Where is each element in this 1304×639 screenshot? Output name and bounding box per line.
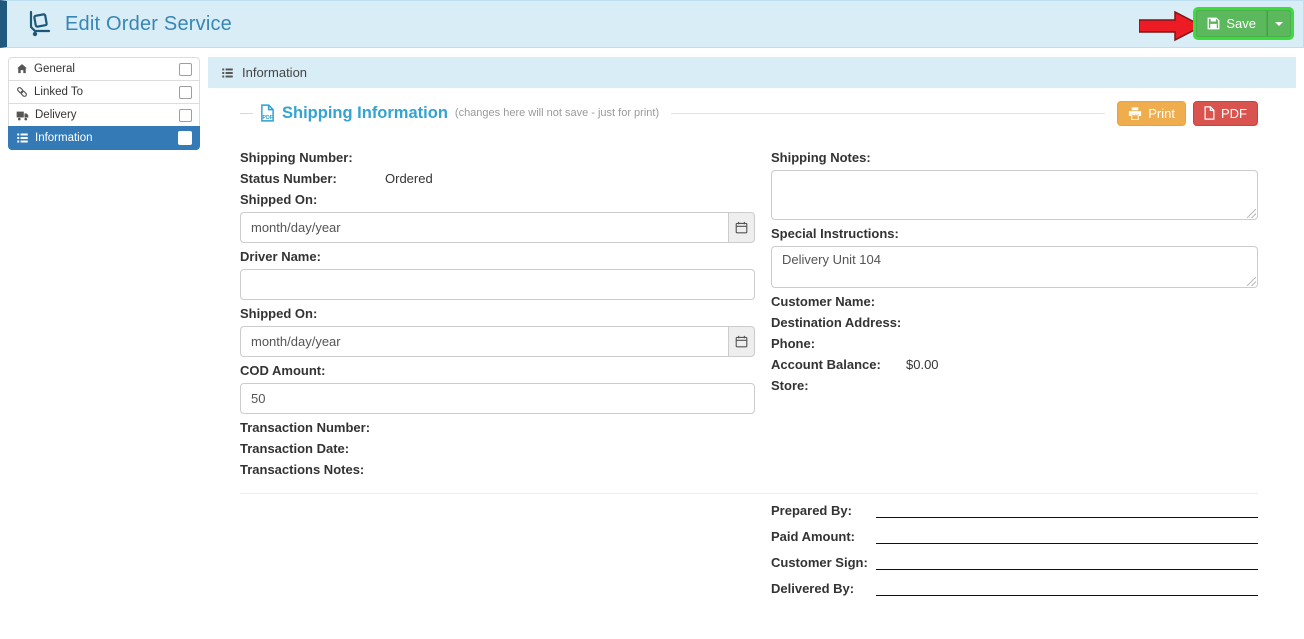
information-section-title: Information: [242, 65, 307, 80]
shipped-on-input-2[interactable]: [240, 326, 728, 357]
signature-row: Paid Amount:: [771, 529, 1258, 544]
sidebar-checkbox-delivery[interactable]: [179, 109, 192, 122]
sidebar-item-label: Delivery: [35, 109, 77, 121]
shipping-section: PDF Shipping Information (changes here w…: [208, 88, 1296, 607]
information-section-header: Information: [208, 57, 1296, 88]
form-left-column: Shipping Number: Status Number: Ordered …: [240, 150, 755, 483]
link-icon: [16, 86, 28, 98]
driver-name-label: Driver Name:: [240, 249, 755, 264]
shipped-on-label-2: Shipped On:: [240, 306, 755, 321]
save-button[interactable]: Save: [1196, 10, 1267, 37]
sidebar-item-information[interactable]: Information: [8, 126, 200, 150]
shipped-on-input[interactable]: [240, 212, 728, 243]
status-number-value: Ordered: [385, 171, 433, 186]
leading-rule: [240, 113, 253, 114]
page-title: Edit Order Service: [65, 13, 232, 36]
sidebar-checkbox-linked-to[interactable]: [179, 86, 192, 99]
customer-name-label: Customer Name:: [771, 294, 1258, 309]
pdf-file-icon: PDF: [260, 104, 275, 122]
calendar-icon[interactable]: [728, 326, 755, 357]
list-icon: [16, 132, 29, 144]
transaction-number-label: Transaction Number:: [240, 420, 755, 435]
sidebar-item-general[interactable]: General: [8, 57, 200, 81]
destination-address-label: Destination Address:: [771, 315, 1258, 330]
pdf-button-label: PDF: [1221, 106, 1247, 121]
section-rule: [671, 113, 1105, 114]
pdf-file-icon: [1204, 106, 1215, 120]
signature-row: Delivered By:: [771, 581, 1258, 596]
sidebar-item-label: Linked To: [34, 86, 83, 98]
signature-line: [876, 583, 1258, 596]
handtruck-icon: [25, 10, 53, 38]
shipping-section-title: Shipping Information: [282, 104, 448, 123]
signature-label: Customer Sign:: [771, 555, 876, 570]
shipping-notes-textarea[interactable]: [771, 170, 1258, 220]
shipping-number-label: Shipping Number:: [240, 150, 755, 165]
floppy-disk-icon: [1207, 17, 1220, 30]
phone-label: Phone:: [771, 336, 1258, 351]
signature-row: Prepared By:: [771, 503, 1258, 518]
status-number-label: Status Number:: [240, 171, 385, 186]
sidebar-item-delivery[interactable]: Delivery: [8, 103, 200, 127]
cod-amount-input[interactable]: [240, 383, 755, 414]
sidebar-item-label: General: [34, 63, 75, 75]
shipping-form: Shipping Number: Status Number: Ordered …: [240, 150, 1258, 483]
special-instructions-textarea[interactable]: [771, 246, 1258, 288]
home-icon: [16, 63, 28, 75]
signature-label: Prepared By:: [771, 503, 876, 518]
shipped-on-label: Shipped On:: [240, 192, 755, 207]
shipping-section-note: (changes here will not save - just for p…: [455, 107, 659, 119]
printer-icon: [1128, 107, 1142, 120]
print-button-label: Print: [1148, 106, 1175, 121]
sidebar-checkbox-general[interactable]: [179, 63, 192, 76]
sidebar-checkbox-information[interactable]: [178, 131, 192, 145]
account-balance-label: Account Balance:: [771, 357, 906, 372]
store-label: Store:: [771, 378, 1258, 393]
pdf-button[interactable]: PDF: [1193, 101, 1258, 126]
main-panel: Information PDF Shipping Information (ch…: [208, 57, 1296, 607]
caret-down-icon: [1275, 22, 1283, 26]
signature-section: Prepared By: Paid Amount: Customer Sign:…: [240, 493, 1258, 607]
signature-line: [876, 557, 1258, 570]
page-header: Edit Order Service Save: [0, 0, 1304, 48]
list-icon: [221, 67, 234, 79]
signature-column: Prepared By: Paid Amount: Customer Sign:…: [771, 503, 1258, 607]
account-balance-value: $0.00: [906, 357, 939, 372]
shipping-section-head: PDF Shipping Information (changes here w…: [240, 100, 1258, 126]
transactions-notes-label: Transactions Notes:: [240, 462, 755, 477]
truck-icon: [16, 110, 29, 121]
calendar-icon[interactable]: [728, 212, 755, 243]
transaction-date-label: Transaction Date:: [240, 441, 755, 456]
shipping-notes-label: Shipping Notes:: [771, 150, 1258, 165]
print-button[interactable]: Print: [1117, 101, 1186, 126]
signature-label: Delivered By:: [771, 581, 876, 596]
signature-left-spacer: [240, 503, 755, 607]
signature-row: Customer Sign:: [771, 555, 1258, 570]
cod-amount-label: COD Amount:: [240, 363, 755, 378]
signature-line: [876, 505, 1258, 518]
sidebar-nav: General Linked To Delivery Information: [8, 57, 200, 150]
signature-line: [876, 531, 1258, 544]
sidebar-item-label: Information: [35, 132, 93, 144]
save-button-label: Save: [1226, 16, 1256, 31]
save-dropdown-toggle[interactable]: [1267, 10, 1291, 37]
svg-text:PDF: PDF: [263, 115, 273, 121]
driver-name-input[interactable]: [240, 269, 755, 300]
sidebar-item-linked-to[interactable]: Linked To: [8, 80, 200, 104]
form-right-column: Shipping Notes: Special Instructions: Cu…: [771, 150, 1258, 483]
signature-label: Paid Amount:: [771, 529, 876, 544]
save-button-group: Save: [1193, 7, 1294, 40]
special-instructions-label: Special Instructions:: [771, 226, 1258, 241]
